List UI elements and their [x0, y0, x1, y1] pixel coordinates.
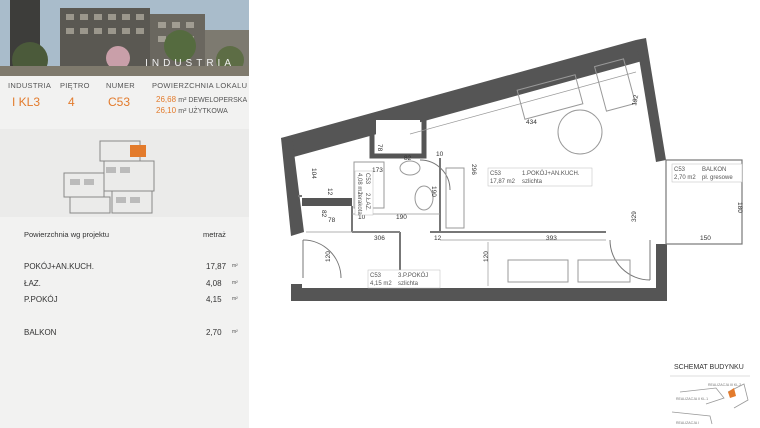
room-name: 3.P.POKÓJ — [398, 272, 428, 279]
room-code: C53 — [370, 273, 382, 279]
room-floor: terakota — [356, 193, 362, 215]
wall-south — [291, 288, 666, 301]
room-label-bathroom: C53 2.ŁAZ. 4,08 m2 terakota — [354, 170, 374, 215]
room-code: C53 — [364, 173, 370, 185]
dimension-label: 306 — [374, 235, 385, 242]
room-area: 17,87 m2 — [490, 179, 516, 185]
wall-southwest — [291, 284, 302, 301]
dimension-label: 78 — [328, 217, 336, 224]
dimension-label: 12 — [434, 235, 442, 242]
wall-east-lower — [656, 244, 667, 301]
dimension-label: 296 — [470, 164, 477, 175]
dimension-label: 434 — [526, 119, 537, 126]
room-area: 4,08 m2 — [356, 173, 362, 195]
dimension-label: 10 — [436, 151, 444, 158]
room-label-balcony: C53 BALKON 2,70 m2 pł. gresowe — [671, 163, 743, 183]
scheme-marker — [728, 388, 736, 398]
room-label-small-room: C53 3.P.POKÓJ 4,15 m2 szlichta — [367, 269, 441, 289]
room-name: 1.POKÓJ+AN.KUCH. — [522, 170, 580, 177]
dimension-label: 104 — [310, 168, 317, 179]
room-code: C53 — [674, 167, 686, 173]
room-floor: szlichta — [522, 179, 543, 185]
dimension-label: 78 — [376, 144, 383, 152]
dimension-label: 190 — [396, 214, 407, 221]
room-name: 2.ŁAZ. — [364, 193, 370, 211]
scheme-label: REALIZACJA III KL.2 — [708, 383, 741, 387]
building-scheme: REALIZACJA III KL.2 REALIZACJA II KL.1 R… — [670, 375, 750, 425]
room-code: C53 — [490, 171, 502, 177]
dimension-label: 120 — [483, 251, 490, 262]
room-area: 4,15 m2 — [370, 281, 392, 287]
dimension-label: 180 — [736, 202, 743, 213]
room-label-living: C53 1.POKÓJ+AN.KUCH. 17,87 m2 szlichta — [487, 167, 593, 187]
room-name: BALKON — [702, 167, 726, 173]
dimension-label: 12 — [326, 188, 333, 196]
dimension-label: 82 — [404, 155, 412, 162]
dimension-label: 82 — [320, 210, 327, 218]
floor-plan: 434 192 78 173 82 10 296 104 190 12 82 7… — [281, 38, 750, 425]
room-floor: pł. gresowe — [702, 175, 733, 181]
scheme-title: SCHEMAT BUDYNKU — [674, 364, 744, 371]
wall-shaft — [302, 198, 352, 206]
dimension-label: 190 — [430, 186, 437, 197]
room-area: 2,70 m2 — [674, 175, 696, 181]
dimension-label: 120 — [325, 251, 332, 262]
dimension-label: 329 — [631, 211, 638, 222]
dimension-label: 192 — [631, 94, 640, 106]
wall-east-upper — [636, 38, 666, 162]
scheme-label: REALIZACJA I — [676, 421, 699, 425]
dimension-label: 393 — [546, 235, 557, 242]
room-floor: szlichta — [398, 281, 419, 287]
scheme-label: REALIZACJA II KL.1 — [676, 397, 708, 401]
dimension-label: 173 — [372, 167, 383, 174]
dimension-label: 150 — [700, 235, 711, 242]
wall-north — [281, 40, 646, 158]
